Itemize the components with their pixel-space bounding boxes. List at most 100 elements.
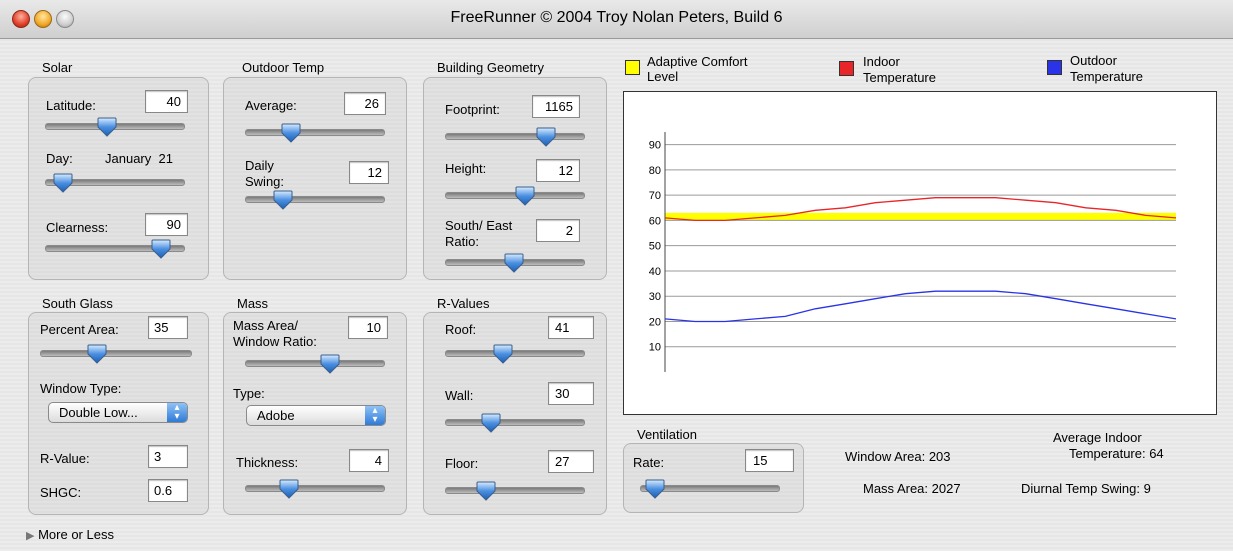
- mass-type-label: Type:: [233, 386, 265, 401]
- day-slider-thumb[interactable]: [52, 172, 74, 194]
- south-east-ratio-label-2: Ratio:: [445, 234, 479, 249]
- mass-type-select[interactable]: Adobe ▴ ▾: [246, 405, 386, 426]
- mass-group-title: Mass: [237, 296, 269, 311]
- thickness-slider-thumb[interactable]: [278, 478, 300, 500]
- roof-slider-track[interactable]: [445, 350, 585, 357]
- indoor-legend-label-2: Temperature: [863, 70, 936, 85]
- floor-slider-track[interactable]: [445, 487, 585, 494]
- y-tick-label: 40: [649, 266, 661, 278]
- outdoor-legend-label-2: Temperature: [1070, 69, 1143, 84]
- percent-area-slider-thumb[interactable]: [86, 343, 108, 365]
- r-value-label: R-Value:: [40, 451, 90, 466]
- latitude-input[interactable]: 40: [145, 90, 188, 113]
- roof-label: Roof:: [445, 322, 477, 337]
- y-tick-label: 60: [649, 215, 661, 227]
- footprint-slider-thumb[interactable]: [535, 126, 557, 148]
- swing-label-2: Swing:: [245, 174, 285, 189]
- rate-slider-thumb[interactable]: [644, 478, 666, 500]
- floor-slider-thumb[interactable]: [475, 480, 497, 502]
- comfort-legend-label-1: Adaptive Comfort: [647, 54, 748, 69]
- wall-label: Wall:: [445, 388, 474, 403]
- window-type-label: Window Type:: [40, 381, 122, 396]
- day-label: Day:: [46, 151, 73, 166]
- swing-label-1: Daily: [245, 158, 274, 173]
- solar-group-title: Solar: [42, 60, 73, 75]
- window-area-readout: Window Area: 203: [845, 449, 951, 464]
- height-label: Height:: [445, 161, 487, 176]
- mass-ratio-slider-thumb[interactable]: [319, 353, 341, 375]
- thickness-input[interactable]: 4: [349, 449, 389, 472]
- height-input[interactable]: 12: [536, 159, 580, 182]
- footprint-slider-track[interactable]: [445, 133, 585, 140]
- title-bar: FreeRunner © 2004 Troy Nolan Peters, Bui…: [0, 0, 1233, 39]
- mass-ratio-slider-track[interactable]: [245, 360, 385, 367]
- window-type-select[interactable]: Double Low... ▴ ▾: [48, 402, 188, 423]
- swing-input[interactable]: 12: [349, 161, 389, 184]
- more-or-less-disclosure[interactable]: ▶ More or Less: [26, 527, 114, 542]
- swing-slider-thumb[interactable]: [272, 189, 294, 211]
- percent-area-slider-track[interactable]: [40, 350, 192, 357]
- app-window: FreeRunner © 2004 Troy Nolan Peters, Bui…: [0, 0, 1233, 551]
- latitude-slider-thumb[interactable]: [96, 116, 118, 138]
- y-tick-label: 30: [649, 291, 661, 303]
- temperature-chart-svg: 10 20 30 40 50 60 70 80 90: [649, 132, 1177, 372]
- mass-ratio-label-2: Window Ratio:: [233, 334, 317, 349]
- diurnal-swing-readout: Diurnal Temp Swing: 9: [1021, 481, 1151, 496]
- clearness-slider-thumb[interactable]: [150, 238, 172, 260]
- latitude-label: Latitude:: [46, 98, 96, 113]
- building-geometry-group-title: Building Geometry: [437, 60, 544, 75]
- shgc-label: SHGC:: [40, 485, 82, 500]
- window-title: FreeRunner © 2004 Troy Nolan Peters, Bui…: [450, 9, 783, 26]
- average-slider-thumb[interactable]: [280, 122, 302, 144]
- mass-ratio-input[interactable]: 10: [348, 316, 388, 339]
- footprint-input[interactable]: 1165: [532, 95, 580, 118]
- comfort-legend-swatch: [625, 60, 640, 75]
- average-slider-track[interactable]: [245, 129, 385, 136]
- rate-label: Rate:: [633, 455, 665, 470]
- height-slider-thumb[interactable]: [514, 185, 536, 207]
- avg-indoor-temp-label: Average Indoor: [1053, 430, 1142, 445]
- clearness-label: Clearness:: [46, 220, 109, 235]
- swing-slider-track[interactable]: [245, 196, 385, 203]
- y-tick-label: 10: [649, 342, 661, 354]
- wall-slider-track[interactable]: [445, 419, 585, 426]
- day-value: January 21: [105, 151, 173, 166]
- percent-area-input[interactable]: 35: [148, 316, 188, 339]
- roof-slider-thumb[interactable]: [492, 343, 514, 365]
- ventilation-group-title: Ventilation: [637, 427, 697, 442]
- floor-label: Floor:: [445, 456, 479, 471]
- y-tick-label: 70: [649, 190, 661, 202]
- roof-input[interactable]: 41: [548, 316, 594, 339]
- south-east-ratio-slider-thumb[interactable]: [503, 252, 525, 274]
- y-tick-label: 50: [649, 241, 661, 253]
- comfort-legend-label-2: Level: [647, 69, 679, 84]
- thickness-slider-track[interactable]: [245, 485, 385, 492]
- clearness-input[interactable]: 90: [145, 213, 188, 236]
- indoor-legend-label-1: Indoor: [863, 54, 900, 69]
- wall-input[interactable]: 30: [548, 382, 594, 405]
- south-east-ratio-label-1: South/ East: [445, 218, 513, 233]
- mass-area-readout: Mass Area: 2027: [863, 481, 961, 496]
- floor-input[interactable]: 27: [548, 450, 594, 473]
- thickness-label: Thickness:: [236, 455, 299, 470]
- shgc-input[interactable]: 0.6: [148, 479, 188, 502]
- mass-ratio-label-1: Mass Area/: [233, 318, 299, 333]
- outdoor-legend-swatch: [1047, 60, 1062, 75]
- avg-indoor-temp-readout: Temperature: 64: [1069, 446, 1164, 461]
- south-east-ratio-input[interactable]: 2: [536, 219, 580, 242]
- select-arrows-icon: ▴ ▾: [167, 403, 187, 422]
- disclosure-triangle-icon: ▶: [26, 530, 35, 542]
- more-or-less-label: More or Less: [38, 527, 114, 542]
- wall-slider-thumb[interactable]: [480, 412, 502, 434]
- y-tick-label: 90: [649, 140, 661, 152]
- r-value-input[interactable]: 3: [148, 445, 188, 468]
- y-tick-label: 80: [649, 165, 661, 177]
- average-input[interactable]: 26: [344, 92, 386, 115]
- south-glass-group-title: South Glass: [42, 296, 113, 311]
- window-type-value: Double Low...: [59, 405, 138, 420]
- average-label: Average:: [245, 98, 297, 113]
- rate-input[interactable]: 15: [745, 449, 794, 472]
- outdoor-legend-label-1: Outdoor: [1070, 53, 1117, 68]
- temperature-chart: 10 20 30 40 50 60 70 80 90: [623, 91, 1217, 415]
- select-arrows-icon: ▴ ▾: [365, 406, 385, 425]
